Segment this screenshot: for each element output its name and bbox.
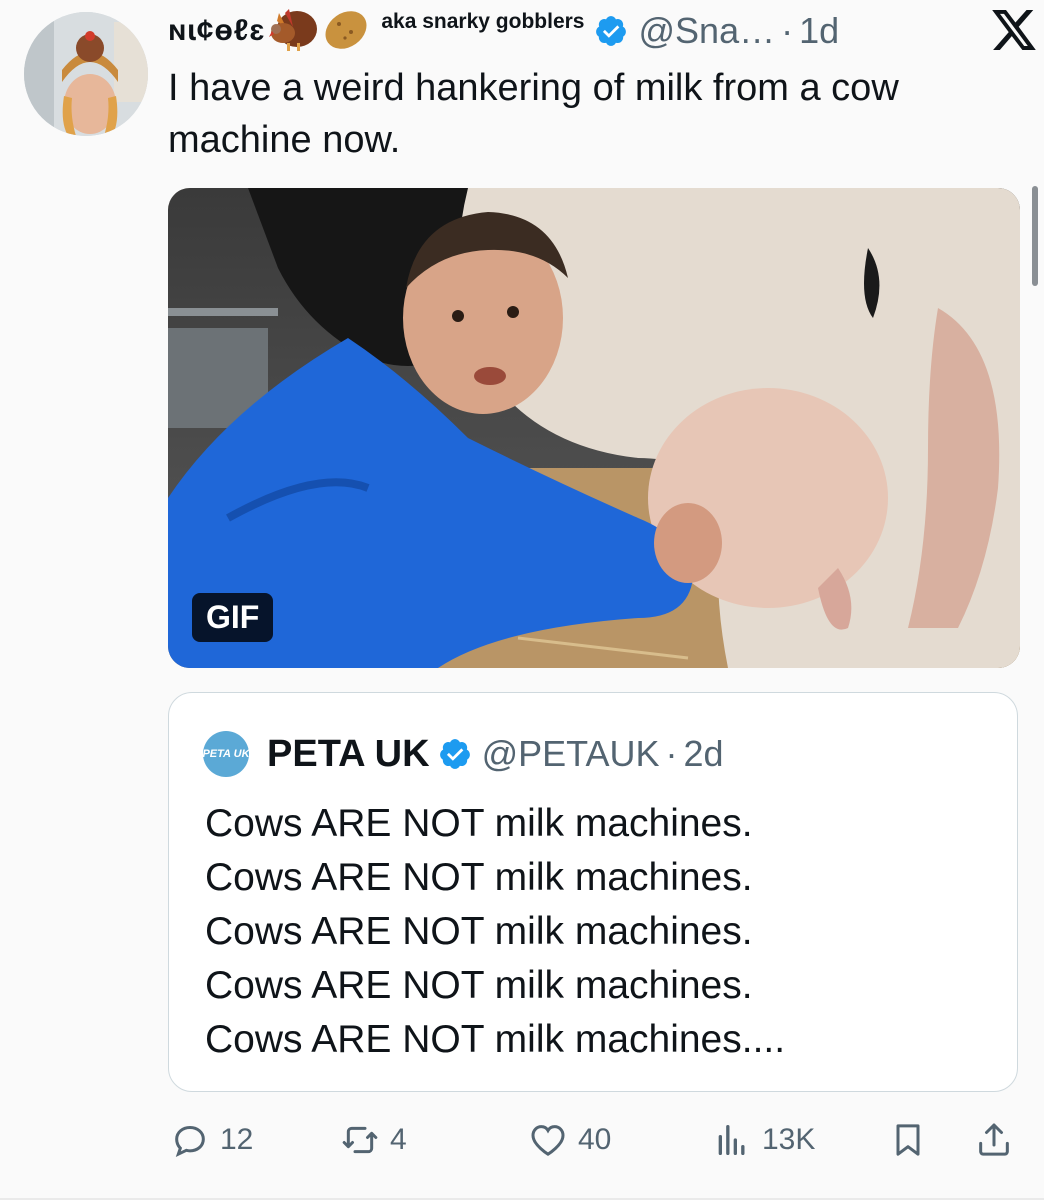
quoted-text-line: Cows ARE NOT milk machines. [205, 964, 753, 1007]
views-button[interactable]: 13K [712, 1112, 815, 1168]
author-name-suffix: aka snarky gobblers [381, 10, 585, 33]
reply-icon [175, 1125, 205, 1158]
tweet-action-bar: 12 4 40 13K [168, 1112, 1028, 1168]
scrollbar[interactable] [1032, 186, 1038, 286]
views-icon [718, 1125, 745, 1155]
quoted-tweet[interactable]: PETA UK PETA UK @PETAUK · 2d Cows ARE NO… [168, 692, 1018, 1092]
quoted-text-line: Cows ARE NOT milk machines. [205, 910, 753, 953]
tweet-timestamp[interactable]: 1d [799, 10, 839, 52]
separator-dot: · [665, 733, 678, 774]
verified-badge-icon [596, 16, 627, 46]
verified-badge-icon [439, 739, 470, 769]
x-logo-icon[interactable] [992, 10, 1036, 50]
tweet-text: I have a weird hankering of milk from a … [168, 67, 899, 161]
author-display-name[interactable]: ɴɩ¢ɵℓɛ [168, 14, 265, 48]
retweet-icon [342, 1126, 378, 1154]
tweet-header: ɴɩ¢ɵℓɛ aka snarky gobblers @Sna… · 1d [168, 4, 1024, 58]
quoted-author-name[interactable]: PETA UK [267, 733, 430, 776]
quoted-text-line: Cows ARE NOT milk machines. [205, 856, 753, 899]
retweet-button[interactable]: 4 [340, 1112, 407, 1168]
author-avatar[interactable] [24, 12, 148, 136]
potato-emoji-icon [321, 4, 371, 59]
bookmark-icon [896, 1124, 920, 1156]
quoted-text-line: Cows ARE NOT milk machines. [205, 802, 753, 845]
retweet-count: 4 [390, 1123, 407, 1156]
author-handle[interactable]: @Sna… [638, 10, 775, 52]
quoted-tweet-header: PETA UK PETA UK @PETAUK · 2d [202, 731, 724, 777]
tweet-media-gif[interactable]: GIF [168, 188, 1020, 668]
bookmark-button[interactable] [888, 1112, 928, 1168]
avatar-image [24, 12, 148, 136]
quoted-tweet-text: Cows ARE NOT milk machines. Cows ARE NOT… [205, 797, 1005, 1067]
quoted-tweet-timestamp[interactable]: 2d [683, 733, 723, 775]
reply-count: 12 [220, 1123, 254, 1156]
share-icon [979, 1123, 1009, 1156]
views-count: 13K [762, 1123, 816, 1156]
quoted-text-line: Cows ARE NOT milk machines.... [205, 1018, 786, 1061]
like-count: 40 [578, 1123, 612, 1156]
like-icon [531, 1125, 565, 1156]
turkey-emoji-icon [267, 7, 319, 56]
quoted-author-avatar[interactable]: PETA UK [202, 731, 250, 777]
share-button[interactable] [974, 1112, 1014, 1168]
reply-button[interactable]: 12 [170, 1112, 253, 1168]
quoted-author-handle[interactable]: @PETAUK [482, 733, 660, 775]
separator-dot: · [781, 10, 794, 51]
gif-badge: GIF [192, 593, 274, 642]
like-button[interactable]: 40 [528, 1112, 611, 1168]
gif-image [168, 188, 1020, 668]
